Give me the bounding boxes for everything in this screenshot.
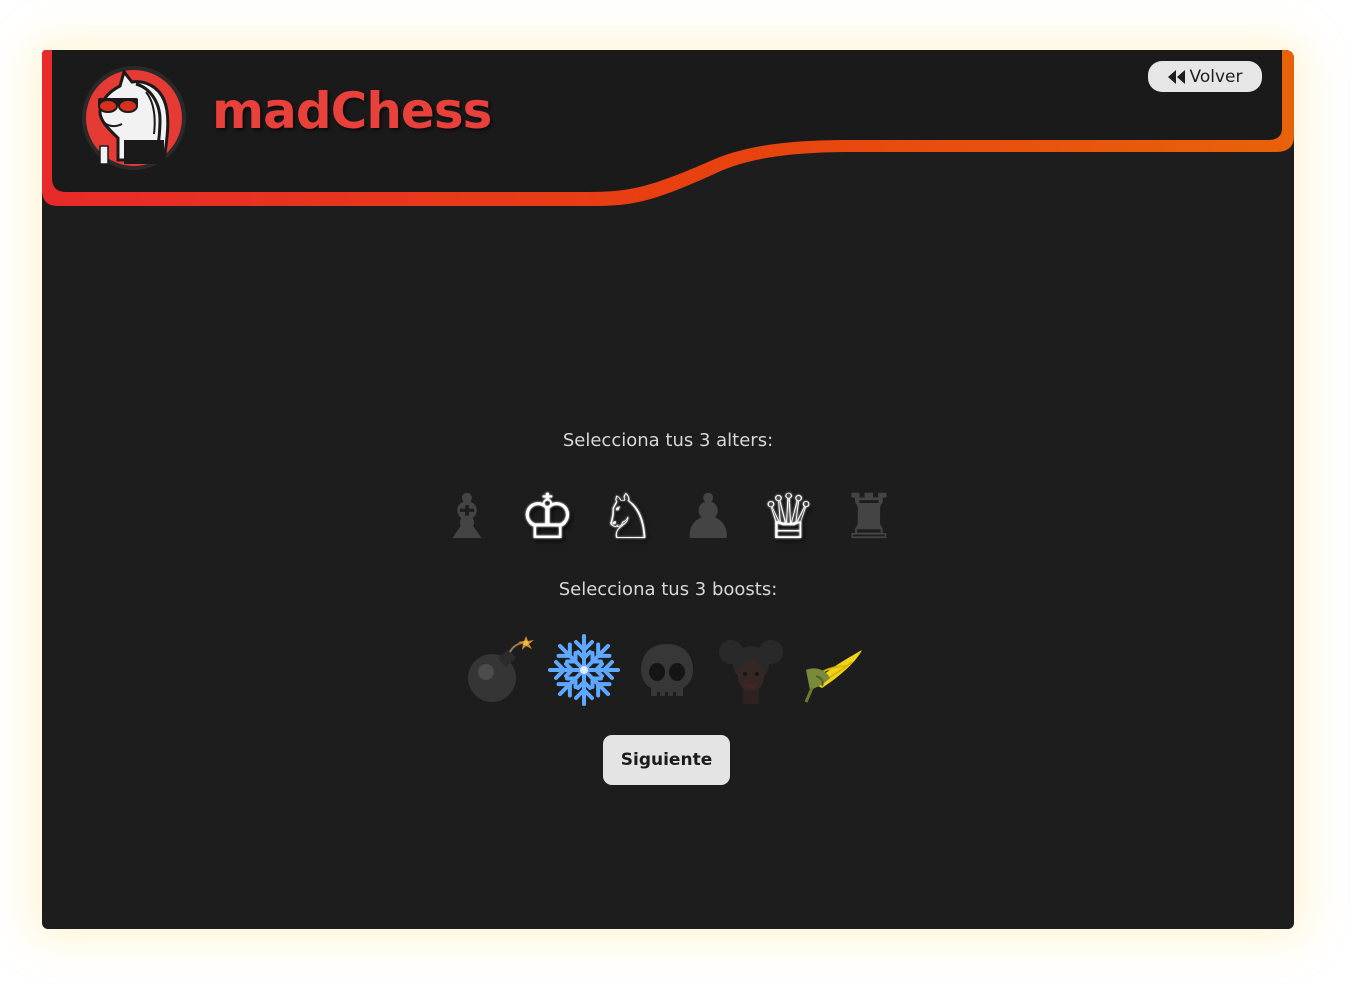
app-window: madChess Volver Selecciona tus 3 alters:… <box>42 50 1294 929</box>
brand-title: madChess <box>212 82 492 140</box>
queen-piece-icon[interactable]: ♕ <box>754 482 824 552</box>
alters-list: ♝ ♔ ♘ ♟ ♕ ♜ <box>432 482 904 552</box>
rewind-icon <box>1167 69 1186 84</box>
bomb-icon[interactable] <box>462 632 538 708</box>
boosts-list <box>462 632 872 708</box>
corn-icon[interactable] <box>796 632 872 708</box>
knight-logo-icon <box>79 63 189 173</box>
rook-piece-icon[interactable]: ♜ <box>834 482 904 552</box>
king-piece-icon[interactable]: ♔ <box>512 482 582 552</box>
pawn-piece-icon[interactable]: ♟ <box>673 482 743 552</box>
bishop-piece-icon[interactable]: ♝ <box>432 482 502 552</box>
next-button[interactable]: Siguiente <box>603 735 730 785</box>
snowflake-icon[interactable] <box>546 632 622 708</box>
alters-prompt: Selecciona tus 3 alters: <box>562 430 774 451</box>
woman-icon[interactable] <box>713 632 789 708</box>
skull-icon[interactable] <box>629 632 705 708</box>
back-button-label: Volver <box>1189 66 1243 87</box>
back-button[interactable]: Volver <box>1148 61 1262 92</box>
knight-piece-icon[interactable]: ♘ <box>593 482 663 552</box>
boosts-prompt: Selecciona tus 3 boosts: <box>558 579 778 600</box>
